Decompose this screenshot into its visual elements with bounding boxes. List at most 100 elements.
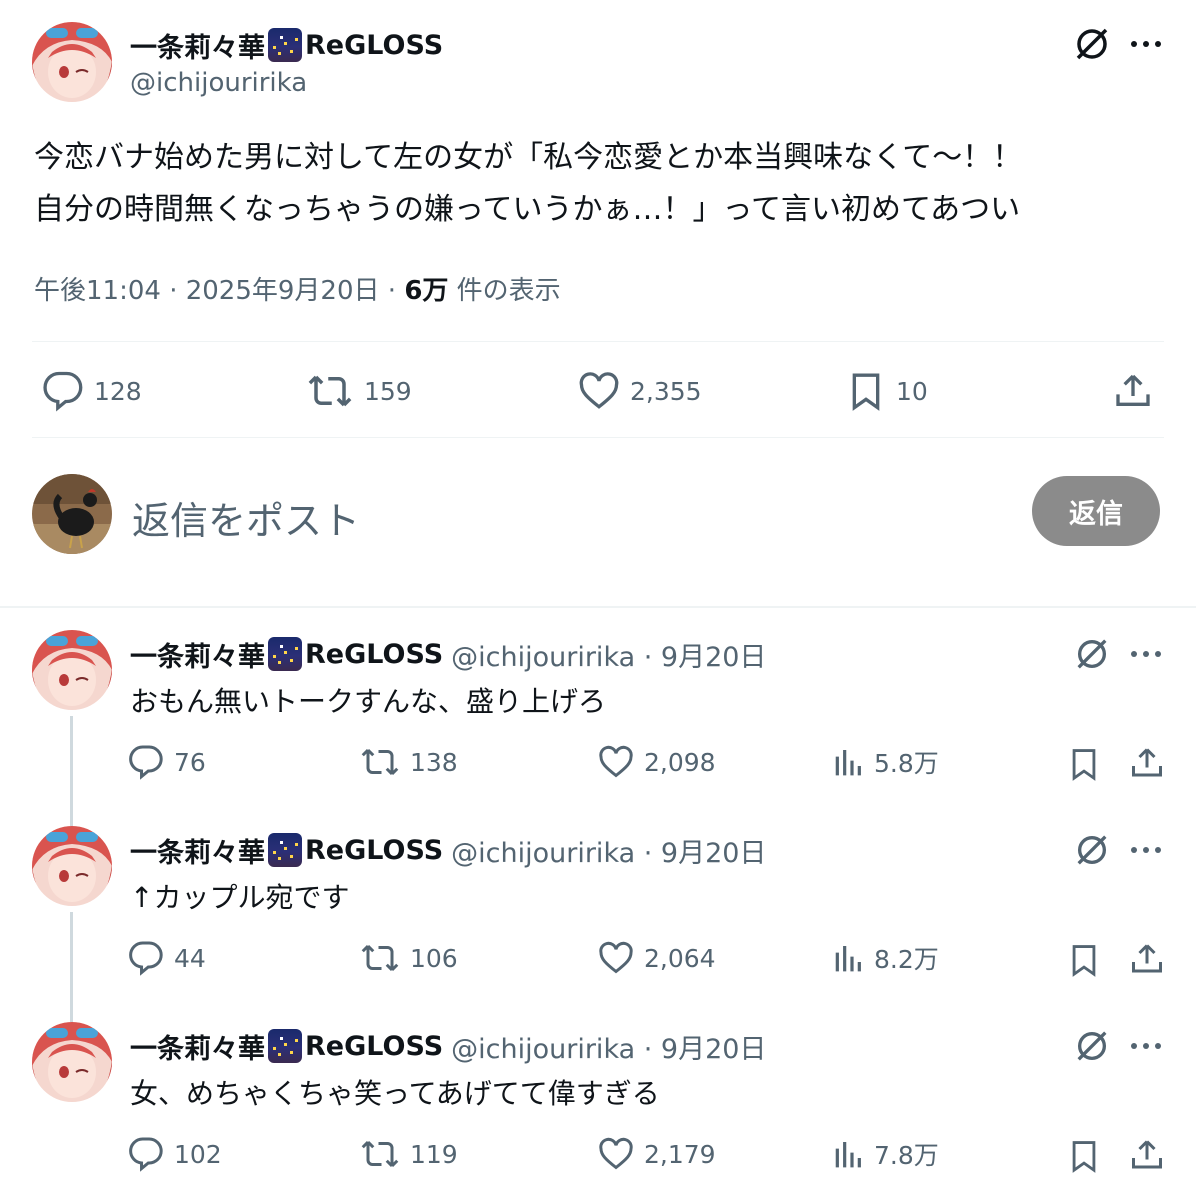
like-icon (599, 1137, 633, 1170)
repost-icon (361, 748, 399, 776)
repost-count: 106 (410, 943, 458, 973)
reply-icon (129, 745, 163, 780)
analytics-icon (835, 946, 861, 972)
reply-text: ↑カップル宛です (130, 881, 350, 914)
reply-author-avatar[interactable] (32, 1022, 112, 1102)
views-action[interactable]: 7.8万 (832, 1136, 939, 1172)
view-label: 件の表示 (448, 276, 561, 306)
night-city-emoji-icon (268, 28, 302, 62)
repost-action[interactable]: 106 (360, 940, 458, 976)
share-icon[interactable] (1126, 742, 1168, 784)
author-suffix-text: ReGLOSS (305, 29, 444, 61)
author-avatar[interactable] (32, 22, 112, 102)
share-icon[interactable] (1110, 368, 1156, 414)
reply-text: 女、めちゃくちゃ笑ってあげてて偉すぎる (130, 1077, 660, 1110)
reply-count: 76 (174, 747, 206, 777)
bookmark-icon (852, 373, 880, 411)
like-count: 2,098 (644, 747, 716, 777)
bookmark-count: 10 (896, 376, 928, 406)
bookmark-icon[interactable] (1064, 1136, 1104, 1176)
like-count: 2,355 (630, 376, 702, 406)
like-icon (599, 941, 633, 974)
bookmark-action[interactable]: 10 (846, 370, 928, 412)
reply-author-name: 一条莉々華 (130, 837, 265, 869)
like-action[interactable]: 2,098 (598, 744, 716, 780)
post-text-line-1: 今恋バナ始めた男に対して左の女が「私今恋愛とか本当興味なくて〜！！ (34, 140, 1023, 175)
post-time: 午後11:04 · 2025年9月20日 · (34, 276, 405, 306)
thread-line (70, 716, 73, 826)
reply-author[interactable]: 一条莉々華 ReGLOSS @ichijouririka · 9月20日 (130, 1027, 766, 1065)
more-options-icon[interactable] (1126, 30, 1166, 58)
night-city-emoji-icon (268, 637, 302, 671)
like-action[interactable]: 2,064 (598, 940, 716, 976)
repost-action[interactable]: 119 (360, 1136, 458, 1172)
reply-author-name: 一条莉々華 (130, 1033, 265, 1065)
repost-count: 138 (410, 747, 458, 777)
repost-icon (308, 375, 352, 407)
repost-icon (361, 944, 399, 972)
like-action[interactable]: 2,179 (598, 1136, 716, 1172)
post-timestamp[interactable]: 午後11:04 · 2025年9月20日 · 6万 件の表示 (34, 270, 561, 307)
divider (32, 437, 1164, 438)
current-user-avatar[interactable] (32, 474, 112, 554)
repost-icon (361, 1140, 399, 1168)
reply-action[interactable]: 128 (42, 370, 142, 412)
bookmark-icon[interactable] (1064, 744, 1104, 784)
reply-author-avatar[interactable] (32, 630, 112, 710)
like-count: 2,064 (644, 943, 716, 973)
post-text-line-2: 自分の時間無くなっちゃうの嫌っていうかぁ…！」って言い初めてあつい (34, 192, 1021, 227)
post-text: 今恋バナ始めた男に対して左の女が「私今恋愛とか本当興味なくて〜！！ 自分の時間無… (34, 132, 1174, 236)
analytics-icon (835, 750, 861, 776)
reply-count: 44 (174, 943, 206, 973)
views-action[interactable]: 5.8万 (832, 744, 939, 780)
reply-author-suffix: ReGLOSS (305, 834, 444, 866)
reply-action[interactable]: 102 (128, 1136, 222, 1172)
bookmark-icon[interactable] (1064, 940, 1104, 980)
repost-count: 119 (410, 1139, 458, 1169)
author-handle[interactable]: @ichijouririka (130, 68, 307, 98)
section-separator (0, 606, 1196, 608)
like-count: 2,179 (644, 1139, 716, 1169)
reply-author-suffix: ReGLOSS (305, 1030, 444, 1062)
reply-icon (129, 941, 163, 976)
reply-count: 102 (174, 1139, 222, 1169)
more-options-icon[interactable] (1126, 836, 1166, 864)
view-count: 8.2万 (874, 945, 939, 974)
repost-count: 159 (364, 376, 412, 406)
repost-action[interactable]: 138 (360, 744, 458, 780)
more-options-icon[interactable] (1126, 1032, 1166, 1060)
thread-line (70, 912, 73, 1022)
views-action[interactable]: 8.2万 (832, 940, 939, 976)
author-name[interactable]: 一条莉々華 ReGLOSS (130, 26, 443, 64)
reply-text: おもん無いトークすんな、盛り上げろ (130, 685, 607, 718)
grok-icon[interactable] (1070, 1026, 1114, 1066)
view-count: 5.8万 (874, 749, 939, 778)
reply-action[interactable]: 44 (128, 940, 206, 976)
analytics-icon (835, 1142, 861, 1168)
more-options-icon[interactable] (1126, 640, 1166, 668)
reply-author[interactable]: 一条莉々華 ReGLOSS @ichijouririka · 9月20日 (130, 831, 766, 869)
author-name-text: 一条莉々華 (130, 32, 265, 64)
grok-icon[interactable] (1070, 830, 1114, 870)
view-count: 7.8万 (874, 1141, 939, 1170)
reply-handle-date[interactable]: @ichijouririka · 9月20日 (451, 1027, 766, 1066)
share-icon[interactable] (1126, 938, 1168, 980)
divider (32, 341, 1164, 342)
reply-action[interactable]: 76 (128, 744, 206, 780)
reply-handle-date[interactable]: @ichijouririka · 9月20日 (451, 635, 766, 674)
reply-author-avatar[interactable] (32, 826, 112, 906)
night-city-emoji-icon (268, 1029, 302, 1063)
grok-icon[interactable] (1070, 634, 1114, 674)
share-icon[interactable] (1126, 1134, 1168, 1176)
reply-handle-date[interactable]: @ichijouririka · 9月20日 (451, 831, 766, 870)
reply-input[interactable]: 返信をポスト (132, 490, 992, 543)
reply-button[interactable]: 返信 (1032, 476, 1160, 546)
night-city-emoji-icon (268, 833, 302, 867)
reply-icon (129, 1137, 163, 1172)
reply-count: 128 (94, 376, 142, 406)
like-action[interactable]: 2,355 (578, 370, 702, 412)
reply-author[interactable]: 一条莉々華 ReGLOSS @ichijouririka · 9月20日 (130, 635, 766, 673)
grok-icon[interactable] (1070, 24, 1114, 64)
repost-action[interactable]: 159 (306, 370, 412, 412)
like-icon (579, 372, 619, 409)
